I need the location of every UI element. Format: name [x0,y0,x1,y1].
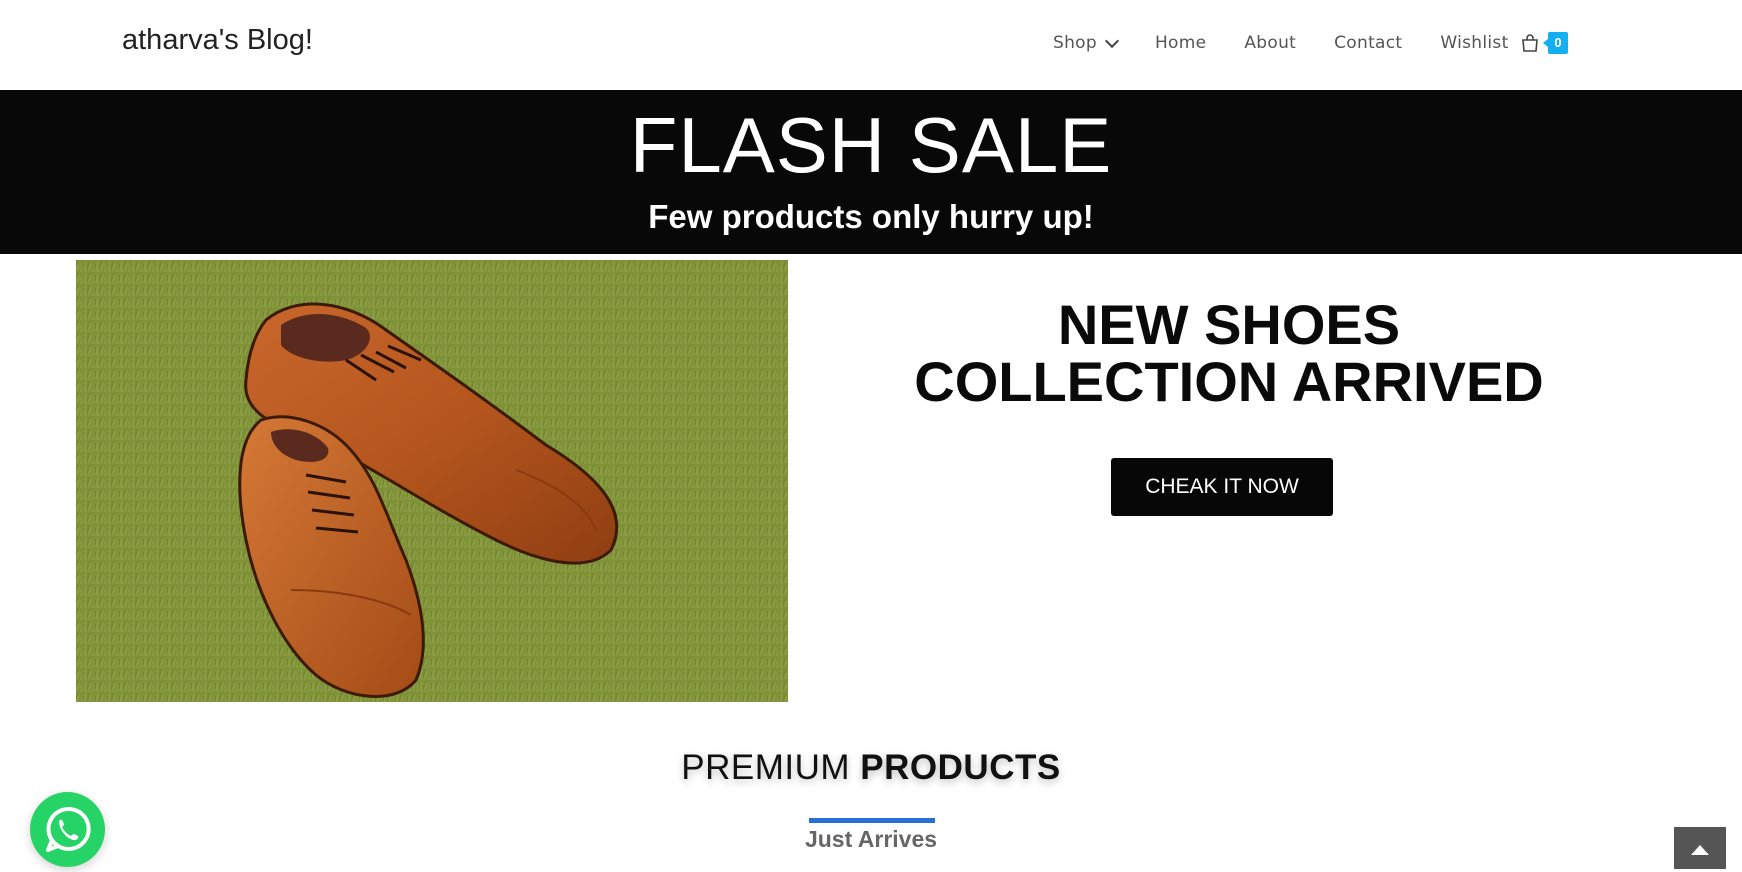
cart-button[interactable]: 0 [1520,32,1568,56]
tab-just-arrives[interactable]: Just Arrives [0,826,1742,853]
hero-heading-line2: COLLECTION ARRIVED [914,350,1544,413]
banner-title: FLASH SALE [629,101,1113,189]
nav-item-label: About [1244,33,1297,53]
main-nav: Shop Home About Contact Wishlist [1053,33,1547,53]
nav-item-home[interactable]: Home [1155,33,1206,53]
whatsapp-button[interactable] [30,792,105,867]
cart-count-badge: 0 [1543,32,1568,54]
chevron-down-icon [1104,33,1120,48]
site-header: atharva's Blog! Shop Home About Contact … [0,0,1742,90]
active-tab-indicator [809,818,935,823]
shopping-bag-icon [1522,34,1538,52]
nav-item-about[interactable]: About [1244,33,1296,53]
hero-heading-line1: NEW SHOES [1057,293,1401,356]
scroll-to-top-button[interactable] [1674,827,1726,869]
nav-item-wishlist[interactable]: Wishlist [1440,33,1508,53]
section-title-light: PREMIUM [681,748,851,787]
nav-item-label: Shop [1053,33,1097,53]
banner-subtitle: Few products only hurry up! [648,198,1094,235]
nav-item-label: Contact [1334,33,1403,53]
arrow-up-icon [1691,845,1709,855]
section-title: PREMIUM PRODUCTS [0,748,1742,788]
nav-item-label: Home [1154,33,1207,53]
shoes-on-grass-image [76,260,788,702]
flash-sale-banner: FLASH SALE Few products only hurry up! [0,90,1742,254]
hero-image [76,260,788,702]
site-title[interactable]: atharva's Blog! [122,24,313,57]
nav-item-label: Wishlist [1440,33,1509,53]
hero-heading: NEW SHOES COLLECTION ARRIVED [790,296,1668,410]
whatsapp-icon [46,806,91,852]
section-title-bold: PRODUCTS [860,748,1061,787]
nav-item-contact[interactable]: Contact [1334,33,1402,53]
check-it-now-button[interactable]: CHEAK IT NOW [1111,458,1333,516]
nav-item-shop[interactable]: Shop [1053,33,1120,53]
